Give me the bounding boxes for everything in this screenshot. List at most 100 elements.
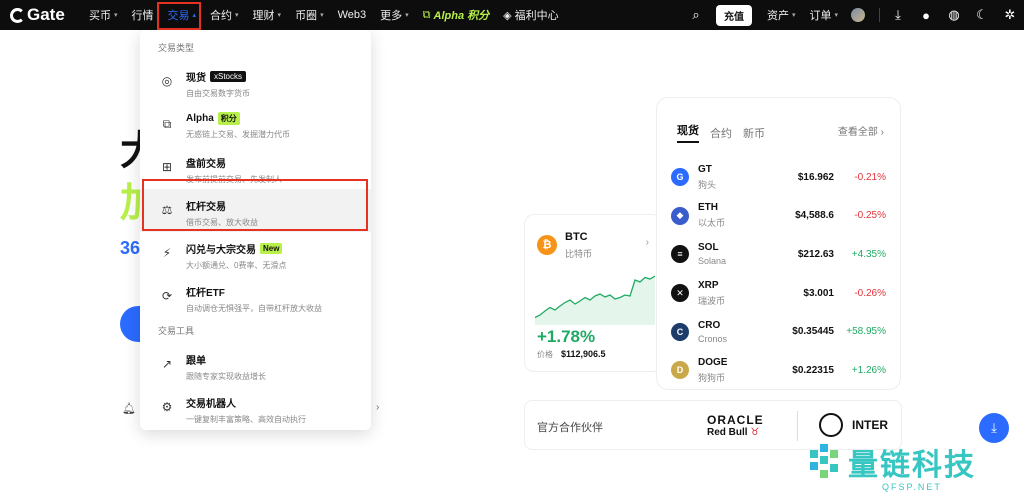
dropdown-item-title: 杠杆ETF [186,284,322,299]
coin-symbol: GT [698,163,712,175]
dropdown-item-title: 盘前交易 [186,155,282,170]
market-row[interactable]: ◆ ETH 以太币 $4,588.6 -0.25% [657,197,900,236]
coin-change: +1.26% [851,364,886,376]
dropdown-item-desc: 自由交易数字货币 [186,89,250,98]
coin-change: -0.26% [854,287,886,299]
dropdown-item-0[interactable]: ◎ 现货 xStocks 自由交易数字货币 [140,60,371,103]
nav-welfare[interactable]: ◈ 福利中心 [496,0,565,30]
dropdown-item-6[interactable]: ↗ 跟单 跟随专家实现收益增长 [140,343,371,386]
deposit-button[interactable]: 充值 [715,4,752,26]
bell-icon: 🔔︎ [122,403,136,415]
nav-alpha[interactable]: ⧉ Alpha 积分 [416,0,496,30]
chevron-down-icon: ▾ [320,12,324,19]
coin-name-block: SOL Solana [698,242,772,266]
chevron-down-icon: ▾ [834,12,838,19]
trade-tools-list: ↗ 跟单 跟随专家实现收益增长 ⚙ 交易机器人 一键复制丰富策略、高效自动执行 [140,343,371,429]
market-row[interactable]: C CRO Cronos $0.35445 +58.95% [657,312,900,351]
dropdown-item-1[interactable]: ⧉ Alpha 积分 无惑链上交易、发掘潜力代币 [140,103,371,146]
market-row[interactable]: ✕ XRP 瑞波币 $3.001 -0.26% [657,274,900,313]
inter-logo-icon [819,413,843,437]
nav-label: Web3 [337,9,367,21]
nav-item-3[interactable]: 合约 ▾ [203,0,246,30]
coin-cn-name: 以太币 [698,218,726,229]
market-rows: G GT 狗头 $16.962 -0.21% ◆ ETH 以太币 $4,588.6 -0.25% ≡… [657,158,900,390]
watermark-subtext: QFSP.NET [882,482,942,492]
item-title-text: 杠杆ETF [186,288,225,299]
dropdown-item-title: Alpha 积分 [186,112,290,125]
nav-item-7[interactable]: 更多 ▾ [373,0,416,30]
chevron-right-icon: › [645,237,649,248]
dropdown-item-4[interactable]: ⚡ 闪兑与大宗交易 New 大小额通兑、0费率、无滑点 [140,232,371,275]
coin-change: +4.35% [851,248,886,260]
nav-item-1[interactable]: 行情 [125,0,161,30]
chevron-down-icon: ▾ [791,12,796,19]
nav-item-4[interactable]: 理财 ▾ [246,0,289,30]
hero-cta-button[interactable] [120,306,140,342]
tab-2[interactable]: 新币 [743,125,765,141]
btc-price-label: 价格 [537,350,553,359]
market-tabs: 现货 合约 新币 [677,122,776,143]
dropdown-item-5[interactable]: ⟳ 杠杆ETF 自动调仓无惧强平，自带杠杆放大收益 [140,275,371,318]
coin-icon: ◆ [671,206,689,225]
download-fab-button[interactable]: ⤓ [979,413,1009,443]
dropdown-item-title: 现货 xStocks [186,69,250,84]
coin-symbol: XRP [698,279,719,291]
redbull-text: Red Bull [707,427,748,438]
swap-icon: ⚡ [162,246,172,260]
coin-icon: C [671,322,689,341]
coin-symbol: CRO [698,319,721,331]
nav-item-0[interactable]: 买币 ▾ [82,0,125,30]
watermark-text: 量链科技 [848,449,976,482]
market-row[interactable]: D DOGE 狗狗币 $0.22315 +1.26% [657,351,900,390]
dropdown-item-7[interactable]: ⚙ 交易机器人 一键复制丰富策略、高效自动执行 [140,386,371,429]
item-title-text: 现货 [186,73,206,84]
nav-label: 理财 [252,10,275,22]
coin-price: $0.22315 [792,364,834,376]
tab-1[interactable]: 合约 [710,125,732,141]
gate-logo[interactable]: Gate [10,5,82,25]
item-title-text: Alpha [186,113,214,124]
item-tag-badge: 积分 [217,112,240,125]
nav-label: 合约 [210,10,233,22]
coin-price: $212.63 [797,248,834,260]
alpha-icon: ⧉ [162,116,172,131]
avatar[interactable] [851,8,865,22]
chevron-down-icon: ▾ [235,12,239,19]
item-title-text: 交易机器人 [186,399,236,410]
nav-item-5[interactable]: 币圈 ▾ [288,0,331,30]
tab-0[interactable]: 现货 [677,122,699,143]
alpha-icon: ⧉ [422,8,431,21]
nav-item-6[interactable]: Web3 [331,0,374,30]
coin-change: -0.25% [854,210,886,222]
btc-cn-name: 比特币 [565,249,593,259]
view-all-link[interactable]: 查看全部 › [838,123,884,138]
btc-price: $112,906.5 [561,349,606,359]
coin-icon: G [671,168,689,187]
coin-symbol: DOGE [698,356,728,368]
download-icon[interactable]: ⤓ [884,0,912,30]
welfare-label: 福利中心 [514,10,559,22]
coin-cn-name: Solana [698,256,727,267]
bull-icon: ♉︎ [750,427,760,438]
item-title-text: 盘前交易 [186,159,226,170]
bell-icon[interactable]: ● [912,0,940,30]
chevron-right-icon[interactable]: › [376,402,379,413]
coin-name-block: ETH 以太币 [698,202,772,229]
nav-assets[interactable]: 资产 ▾ [760,0,803,30]
coin-cn-name: 狗狗币 [698,372,726,383]
globe-icon[interactable]: ◍ [940,0,968,30]
market-row[interactable]: G GT 狗头 $16.962 -0.21% [657,158,900,197]
coin-price: $3.001 [803,287,834,299]
market-row[interactable]: ≡ SOL Solana $212.63 +4.35% [657,235,900,274]
bot-icon: ⚙ [161,400,173,414]
item-title-text: 闪兑与大宗交易 [186,245,256,256]
search-icon[interactable]: ⌕ [682,0,710,30]
moon-icon[interactable]: ☾ [968,0,996,30]
dropdown-item-title: 交易机器人 [186,395,306,410]
etf-icon: ⟳ [161,289,173,303]
btc-card[interactable]: ₿ BTC 比特币 › +1.78% 价格 $112,906.5 [524,214,662,372]
nav-orders[interactable]: 订单 ▾ [802,0,845,30]
gift-icon: ◈ [503,9,512,22]
coin-icon: ≡ [671,245,689,264]
gear-icon[interactable]: ✲ [996,0,1024,30]
